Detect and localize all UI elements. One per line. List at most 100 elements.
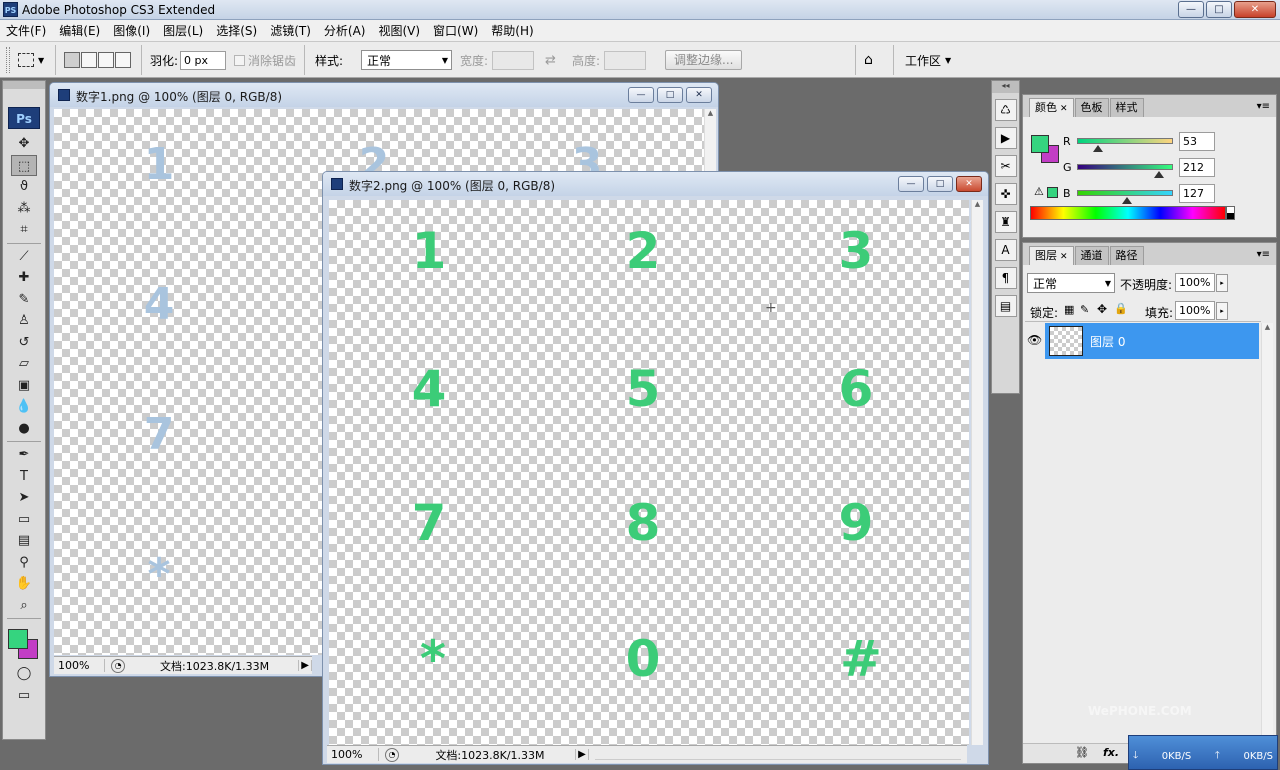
quick-mask-icon[interactable]: ◯ xyxy=(11,663,37,685)
menu-help[interactable]: 帮助(H) xyxy=(491,22,533,39)
marquee-tool-icon[interactable]: ⬚ xyxy=(11,154,37,176)
magic-wand-tool-icon[interactable]: ⁂ xyxy=(11,198,37,220)
brushes-panel-icon[interactable]: ✜ xyxy=(994,183,1017,205)
doc2-horizontal-scrollbar[interactable] xyxy=(595,750,961,760)
lock-transparent-icon[interactable]: ▦ xyxy=(1064,303,1074,316)
blend-mode-select[interactable]: 正常 ▼ xyxy=(1027,273,1115,293)
tab-channels[interactable]: 通道 xyxy=(1074,246,1109,265)
actions-panel-icon[interactable]: ▶ xyxy=(994,127,1017,149)
menu-image[interactable]: 图像(I) xyxy=(113,22,150,39)
layer-style-button[interactable]: fx. xyxy=(1103,746,1119,759)
menu-file[interactable]: 文件(F) xyxy=(6,22,46,39)
gamut-color-swatch[interactable] xyxy=(1047,187,1058,198)
menu-layer[interactable]: 图层(L) xyxy=(163,22,203,39)
lasso-tool-icon[interactable]: ϑ xyxy=(11,176,37,198)
lock-image-icon[interactable]: ✎ xyxy=(1080,303,1089,316)
r-input[interactable]: 53 xyxy=(1179,131,1215,151)
r-slider[interactable] xyxy=(1077,138,1173,152)
healing-brush-tool-icon[interactable]: ✚ xyxy=(11,267,37,289)
doc1-close-button[interactable]: ✕ xyxy=(686,87,712,103)
minimize-button[interactable]: — xyxy=(1178,1,1204,18)
add-selection-icon[interactable] xyxy=(81,52,97,68)
pen-tool-icon[interactable]: ✒ xyxy=(11,444,37,466)
dodge-tool-icon[interactable]: ● xyxy=(11,418,37,440)
character-panel-icon[interactable]: A xyxy=(994,239,1017,261)
doc2-vertical-scrollbar[interactable]: ▲ xyxy=(971,200,983,745)
black-white-ramp[interactable] xyxy=(1226,206,1235,220)
close-icon[interactable]: ✕ xyxy=(1060,252,1068,262)
move-tool-icon[interactable]: ✥ xyxy=(11,133,37,155)
menu-filter[interactable]: 滤镜(T) xyxy=(270,22,311,39)
maximize-button[interactable]: □ xyxy=(1206,1,1232,18)
panel-menu-icon[interactable]: ▾≡ xyxy=(1257,249,1270,260)
close-button[interactable]: ✕ xyxy=(1234,1,1276,18)
toolbox-header[interactable] xyxy=(3,81,45,89)
doc2-canvas[interactable]: 1 2 3 4 5 6 7 8 9 * 0 # + xyxy=(329,200,969,745)
foreground-color-swatch[interactable] xyxy=(8,629,28,649)
doc2-maximize-button[interactable]: □ xyxy=(927,176,953,192)
style-select[interactable]: 正常 ▼ xyxy=(361,50,453,70)
panel-strip-header[interactable]: ◂◂ xyxy=(992,81,1019,93)
tab-color[interactable]: 颜色 ✕ xyxy=(1029,98,1074,117)
paragraph-panel-icon[interactable]: ¶ xyxy=(994,267,1017,289)
brush-tool-icon[interactable]: ✎ xyxy=(11,289,37,311)
panel-menu-icon[interactable]: ▾≡ xyxy=(1257,101,1270,112)
bridge-icon[interactable]: ⌂ xyxy=(864,42,873,78)
gamut-warning-icon[interactable]: ⚠ xyxy=(1034,185,1044,198)
tab-layers[interactable]: 图层 ✕ xyxy=(1029,246,1074,265)
new-selection-icon[interactable] xyxy=(64,52,80,68)
doc1-titlebar[interactable]: 数字1.png @ 100% (图层 0, RGB/8) — □ ✕ xyxy=(50,83,718,107)
layer-row[interactable]: 图层 0 xyxy=(1045,323,1259,359)
history-brush-tool-icon[interactable]: ↺ xyxy=(11,332,37,354)
doc2-minimize-button[interactable]: — xyxy=(898,176,924,192)
clone-source-icon[interactable]: ♜ xyxy=(994,211,1017,233)
opacity-input[interactable]: 100% xyxy=(1175,273,1215,292)
tab-paths[interactable]: 路径 xyxy=(1109,246,1144,265)
feather-input[interactable]: 0 px xyxy=(180,50,227,70)
layers-scrollbar[interactable]: ▲ xyxy=(1261,323,1273,743)
zoom-tool-icon[interactable]: ⌕ xyxy=(11,595,37,617)
fill-slider-toggle[interactable]: ▸ xyxy=(1216,302,1228,320)
slice-tool-icon[interactable]: ⟋ xyxy=(11,246,37,268)
g-slider[interactable] xyxy=(1077,164,1173,178)
link-layers-icon[interactable]: ⛓ xyxy=(1075,746,1089,759)
g-slider-thumb[interactable] xyxy=(1154,171,1164,178)
lock-position-icon[interactable]: ✥ xyxy=(1097,302,1107,316)
ps-logo[interactable]: Ps xyxy=(8,107,40,129)
eraser-tool-icon[interactable]: ▱ xyxy=(11,353,37,375)
menu-view[interactable]: 视图(V) xyxy=(378,22,420,39)
close-icon[interactable]: ✕ xyxy=(1060,104,1068,114)
doc2-titlebar[interactable]: 数字2.png @ 100% (图层 0, RGB/8) — □ ✕ xyxy=(323,172,988,196)
doc2-status-menu-arrow[interactable]: ▶ xyxy=(575,749,589,760)
opacity-slider-toggle[interactable]: ▸ xyxy=(1216,274,1228,292)
menu-window[interactable]: 窗口(W) xyxy=(433,22,478,39)
screen-mode-icon[interactable]: ▭ xyxy=(11,685,37,707)
doc2-zoom[interactable]: 100% xyxy=(327,748,379,761)
menu-edit[interactable]: 编辑(E) xyxy=(59,22,100,39)
workspace-menu[interactable]: 工作区 ▼ xyxy=(905,42,951,78)
layer-visibility-eye-icon[interactable]: 👁 xyxy=(1027,333,1042,347)
doc1-maximize-button[interactable]: □ xyxy=(657,87,683,103)
gradient-tool-icon[interactable]: ▣ xyxy=(11,375,37,397)
b-input[interactable]: 127 xyxy=(1179,183,1215,203)
r-slider-thumb[interactable] xyxy=(1093,145,1103,152)
intersect-selection-icon[interactable] xyxy=(115,52,131,68)
lock-all-icon[interactable]: 🔒 xyxy=(1114,302,1128,315)
info-panel-icon[interactable]: ▤ xyxy=(994,295,1017,317)
color-fg-swatch[interactable] xyxy=(1031,135,1049,153)
tool-presets-icon[interactable]: ✂ xyxy=(994,155,1017,177)
type-tool-icon[interactable]: T xyxy=(11,466,37,488)
history-panel-icon[interactable]: ♺ xyxy=(994,99,1017,121)
notes-tool-icon[interactable]: ▤ xyxy=(11,530,37,552)
rectangle-tool-icon[interactable]: ▭ xyxy=(11,509,37,531)
b-slider-thumb[interactable] xyxy=(1122,197,1132,204)
hand-tool-icon[interactable]: ✋ xyxy=(11,573,37,595)
tool-preset-picker[interactable]: ▼ xyxy=(18,42,44,78)
doc1-status-menu-arrow[interactable]: ▶ xyxy=(298,660,312,671)
doc1-minimize-button[interactable]: — xyxy=(628,87,654,103)
eyedropper-tool-icon[interactable]: ⚲ xyxy=(11,552,37,574)
tab-swatches[interactable]: 色板 xyxy=(1074,98,1109,117)
fill-input[interactable]: 100% xyxy=(1175,301,1215,320)
path-selection-tool-icon[interactable]: ➤ xyxy=(11,487,37,509)
tab-styles[interactable]: 样式 xyxy=(1109,98,1144,117)
